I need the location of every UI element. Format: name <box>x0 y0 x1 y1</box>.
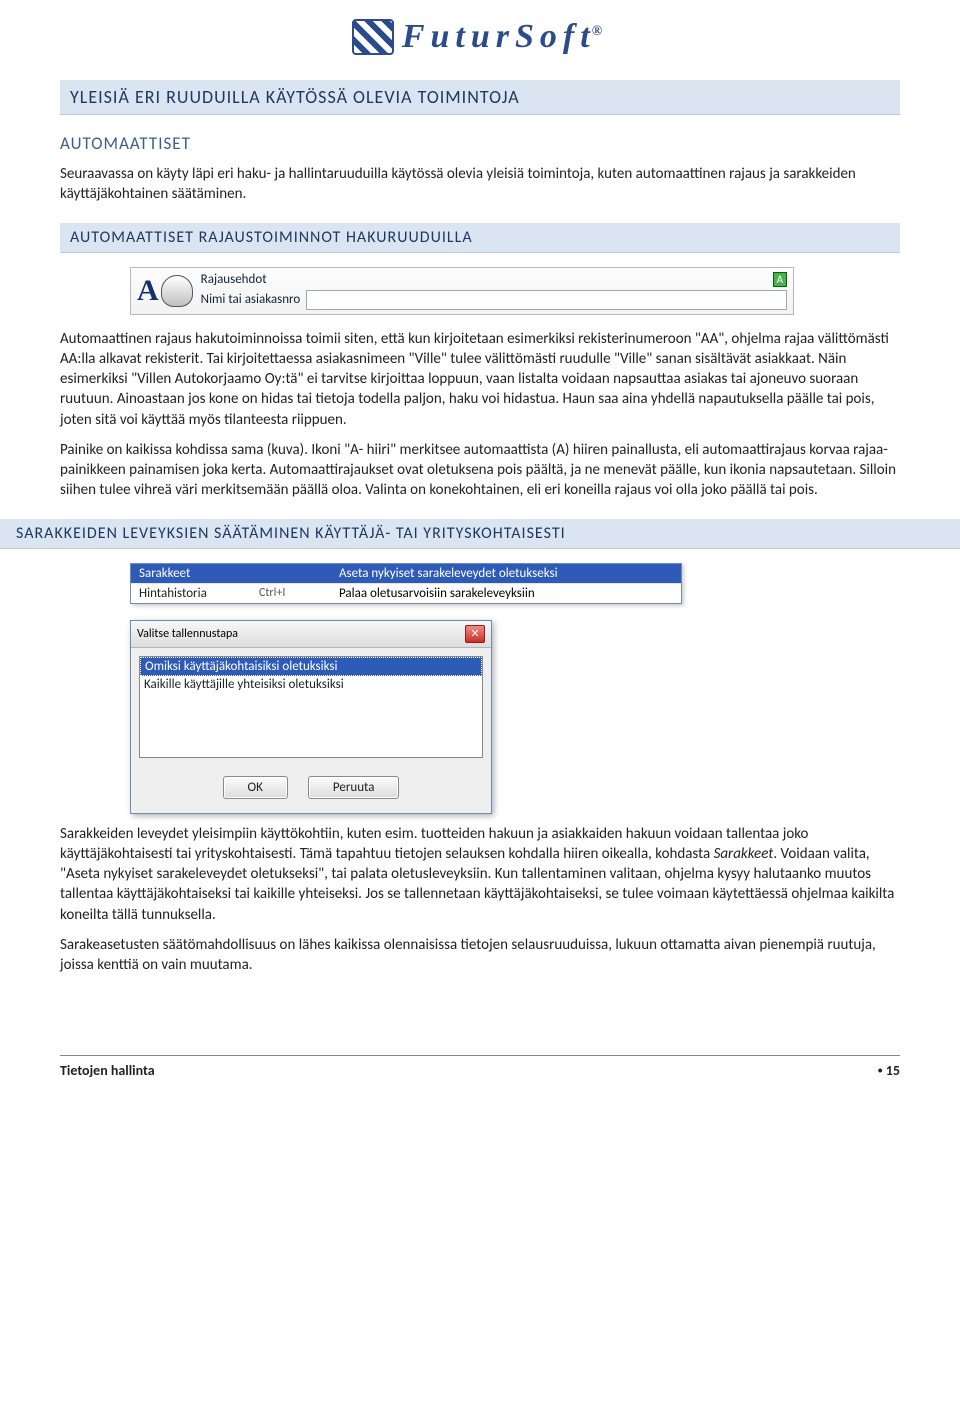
page-number: 15 <box>886 1062 900 1079</box>
brand-name: FuturSoft® <box>402 18 608 56</box>
save-mode-dialog: Valitse tallennustapa ✕ Omiksi käyttäjäk… <box>130 620 492 814</box>
header-logo: FuturSoft® <box>0 0 960 70</box>
section-rajaustoiminnot-title: AUTOMAATTISET RAJAUSTOIMINNOT HAKURUUDUI… <box>60 223 900 253</box>
filter-toolbar-screenshot: A Rajausehdot A Nimi tai asiakasnro <box>130 267 794 315</box>
dialog-option-shared[interactable]: Kaikille käyttäjille yhteisiksi oletuksi… <box>140 676 482 693</box>
auto-filter-icon[interactable]: A <box>137 274 193 308</box>
mouse-icon <box>161 275 193 307</box>
section-automaattiset-title: AUTOMAATTISET <box>60 133 900 154</box>
auto-indicator-badge: A <box>773 272 787 287</box>
close-icon[interactable]: ✕ <box>465 625 485 643</box>
section-automaattiset-text: Seuraavassa on käyty läpi eri haku- ja h… <box>60 164 900 205</box>
filter-label-nimi: Nimi tai asiakasnro <box>201 292 301 307</box>
menu-item-hintahistoria[interactable]: Hintahistoria Ctrl+I Palaa oletusarvoisi… <box>131 584 681 603</box>
page-footer: Tietojen hallinta • 15 <box>60 1055 900 1079</box>
rajaus-paragraph-2: Painike on kaikissa kohdissa sama (kuva)… <box>60 440 900 501</box>
section-sarakkeet-title: SARAKKEIDEN LEVEYKSIEN SÄÄTÄMINEN KÄYTTÄ… <box>0 519 960 549</box>
logo-flag-icon <box>352 19 394 55</box>
filter-label-rajausehdot: Rajausehdot <box>201 272 267 287</box>
footer-title: Tietojen hallinta <box>60 1062 155 1079</box>
page-title: YLEISIÄ ERI RUUDUILLA KÄYTÖSSÄ OLEVIA TO… <box>60 80 900 115</box>
ok-button[interactable]: OK <box>223 776 288 799</box>
dialog-option-list[interactable]: Omiksi käyttäjäkohtaisiksi oletuksiksi K… <box>139 656 483 758</box>
cancel-button[interactable]: Peruuta <box>308 776 400 799</box>
sarakkeet-paragraph-2: Sarakeasetusten säätömahdollisuus on läh… <box>60 935 900 976</box>
dialog-title: Valitse tallennustapa <box>137 627 238 641</box>
menu-item-sarakkeet[interactable]: Sarakkeet Aseta nykyiset sarakeleveydet … <box>131 564 681 584</box>
context-menu-screenshot: Sarakkeet Aseta nykyiset sarakeleveydet … <box>130 563 682 604</box>
sarakkeet-paragraph-1: Sarakkeiden leveydet yleisimpiin käyttök… <box>60 824 900 925</box>
dialog-option-own[interactable]: Omiksi käyttäjäkohtaisiksi oletuksiksi <box>140 657 482 676</box>
rajaus-paragraph-1: Automaattinen rajaus hakutoiminnoissa to… <box>60 329 900 430</box>
filter-input[interactable] <box>306 290 787 310</box>
